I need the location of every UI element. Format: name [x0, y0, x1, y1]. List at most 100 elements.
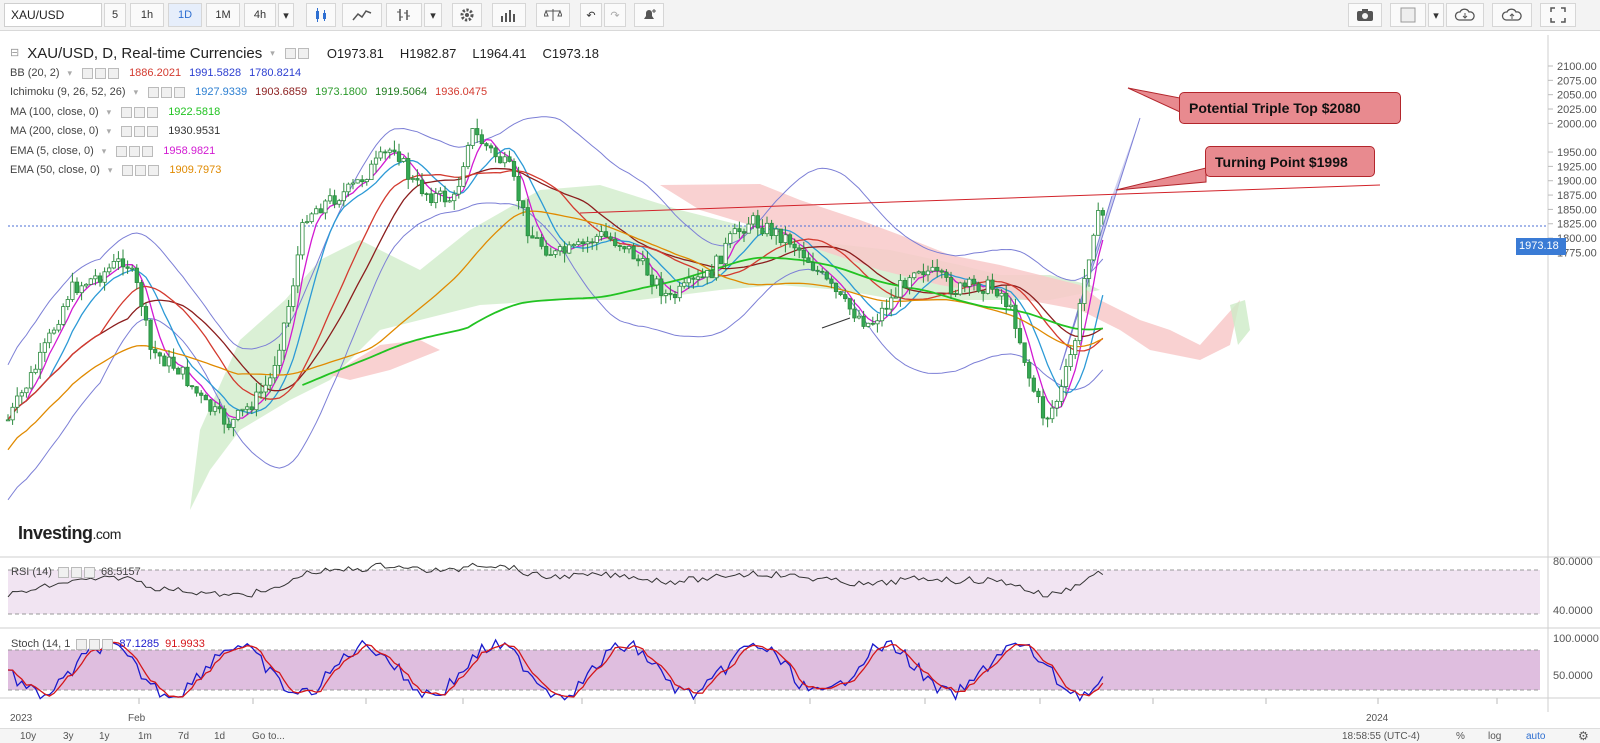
legend-indicator-row[interactable]: Ichimoku (9, 26, 52, 26) ▾ 1927.9339 1903.6…	[10, 83, 599, 103]
indicator-controls[interactable]	[82, 67, 120, 79]
candle-body	[590, 241, 595, 244]
candle-body	[65, 299, 70, 308]
rsi-band	[8, 570, 1540, 614]
candle-body	[226, 423, 231, 428]
candle-body	[433, 193, 438, 204]
indicator-value: 1930.9531	[168, 125, 221, 137]
candle-body	[171, 356, 176, 369]
turning-point-callout[interactable]: Turning Point $1998	[1205, 146, 1375, 177]
indicator-controls[interactable]	[121, 126, 159, 138]
candle-body	[958, 282, 963, 295]
chevron-down-icon[interactable]: ▾	[107, 122, 112, 142]
candle-body	[539, 237, 544, 247]
rsi-controls[interactable]	[57, 566, 95, 578]
candle-body	[815, 269, 820, 272]
legend-indicator-row[interactable]: BB (20, 2) ▾ 1886.2021 1991.5828 1780.8214	[10, 64, 599, 84]
auto-toggle[interactable]: auto	[1526, 731, 1545, 742]
candle-body	[1027, 362, 1032, 379]
candle-body	[84, 283, 89, 287]
candle-body	[424, 193, 429, 196]
indicator-controls[interactable]	[121, 106, 159, 118]
candle-body	[38, 351, 43, 370]
turning-point-pointer	[1115, 167, 1207, 191]
candle-body	[930, 266, 935, 272]
candle-body	[797, 247, 802, 251]
candle-body	[594, 235, 599, 243]
candle-body	[755, 215, 760, 229]
price-tick-label: 2025.00	[1557, 104, 1597, 116]
legend-indicator-row[interactable]: EMA (5, close, 0) ▾ 1958.9821	[10, 142, 599, 162]
price-axis[interactable]: 2100.00 2075.00 2050.00 2025.00 2000.00 1950.…	[1548, 61, 1597, 259]
candle-body	[718, 255, 724, 265]
range-10y[interactable]: 10y	[20, 731, 36, 742]
candle-body	[88, 278, 93, 285]
candle-body	[916, 271, 921, 274]
candle-body	[608, 236, 613, 240]
candle-body	[212, 406, 218, 412]
candle-body	[626, 245, 632, 250]
legend-indicator-row[interactable]: MA (200, close, 0) ▾ 1930.9531	[10, 122, 599, 142]
candle-body	[801, 249, 806, 259]
candle-body	[1086, 259, 1092, 279]
range-3y[interactable]: 3y	[63, 731, 74, 742]
candle-body	[603, 231, 609, 238]
triple-top-callout[interactable]: Potential Triple Top $2080	[1179, 92, 1401, 124]
legend-indicator-row[interactable]: EMA (50, close, 0) ▾ 1909.7973	[10, 161, 599, 181]
candle-body	[309, 213, 314, 223]
chevron-down-icon[interactable]: ▾	[134, 83, 139, 103]
range-1m[interactable]: 1m	[138, 731, 152, 742]
indicator-name: MA (100, close, 0)	[10, 105, 99, 118]
candle-body	[585, 241, 590, 245]
stoch-legend: Stoch (14, 1 87.1285 91.9933	[11, 638, 205, 650]
range-1d[interactable]: 1d	[214, 731, 225, 742]
collapse-icon[interactable]: ⊟	[10, 44, 19, 64]
legend-indicator-row[interactable]: MA (100, close, 0) ▾ 1922.5818	[10, 103, 599, 123]
candle-body	[1022, 342, 1027, 363]
price-tick-label: 2050.00	[1557, 90, 1597, 102]
candle-body	[962, 282, 967, 287]
indicator-controls[interactable]	[116, 145, 154, 157]
low-value: L1964.41	[472, 46, 527, 61]
indicator-controls[interactable]	[148, 87, 186, 99]
chevron-down-icon[interactable]: ▾	[107, 103, 112, 123]
legend-symbol-title: XAU/USD, D, Real-time Currencies	[27, 45, 263, 62]
percent-toggle[interactable]: %	[1456, 731, 1465, 742]
legend-controls[interactable]	[284, 48, 309, 60]
goto-date[interactable]: Go to...	[252, 731, 285, 742]
legend-title-row: ⊟ XAU/USD, D, Real-time Currencies ▾ O19…	[10, 44, 599, 64]
range-1y[interactable]: 1y	[99, 731, 110, 742]
candle-body	[235, 409, 241, 420]
candle-body	[861, 315, 866, 327]
indicator-name: EMA (5, close, 0)	[10, 144, 94, 157]
chevron-down-icon[interactable]: ▾	[270, 44, 275, 64]
log-toggle[interactable]: log	[1488, 731, 1501, 742]
indicator-value: 1919.5064	[375, 86, 428, 98]
candle-body	[567, 244, 572, 254]
chevron-down-icon[interactable]: ▾	[68, 64, 73, 84]
bottom-bar: 10y 3y 1y 1m 7d 1d Go to... 18:58:55 (UT…	[0, 728, 1600, 743]
candle-body	[939, 270, 944, 273]
candle-body	[134, 267, 139, 283]
stoch-controls[interactable]	[76, 638, 114, 650]
candle-body	[56, 323, 61, 331]
candle-body	[833, 282, 839, 293]
indicator-controls[interactable]	[122, 165, 160, 177]
price-tick-label: 1950.00	[1557, 147, 1597, 159]
candle-body	[1059, 386, 1064, 402]
range-7d[interactable]: 7d	[178, 731, 189, 742]
candle-body	[10, 406, 15, 421]
candle-body	[544, 245, 549, 256]
candle-body	[636, 258, 641, 262]
support-line	[821, 317, 851, 329]
candle-body	[769, 222, 774, 236]
price-tick-label: 1925.00	[1557, 161, 1597, 173]
investing-logo: Investing.com	[18, 523, 121, 544]
candle-body	[935, 266, 940, 272]
indicator-name: MA (200, close, 0)	[10, 125, 99, 137]
settings-gear-icon[interactable]: ⚙	[1578, 729, 1589, 743]
candle-body	[686, 277, 691, 284]
candle-body	[985, 279, 990, 294]
chevron-down-icon[interactable]: ▾	[102, 142, 107, 162]
candle-body	[162, 355, 167, 367]
chevron-down-icon[interactable]: ▾	[108, 161, 113, 181]
